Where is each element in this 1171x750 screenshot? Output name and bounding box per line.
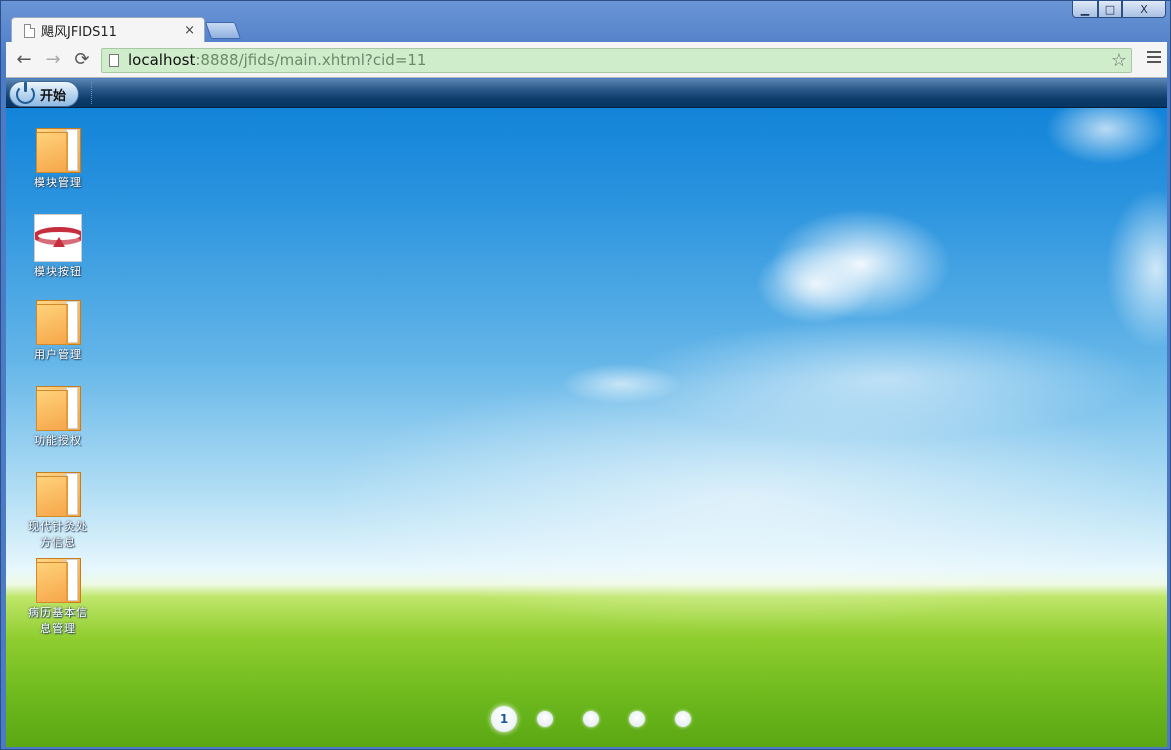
desktop-icon-label: 功能授权 — [34, 434, 82, 447]
tab-title: 飓风JFIDS11 — [41, 25, 117, 40]
folder-icon — [35, 128, 81, 173]
folder-icon — [35, 386, 81, 431]
bookmark-star-icon[interactable]: ☆ — [1111, 49, 1127, 72]
browser-tab[interactable]: 飓风JFIDS11 × — [11, 17, 205, 43]
desktop-icon-acupuncture-prescription[interactable]: 现代针灸处方信息 — [26, 472, 90, 551]
tab-close-button[interactable]: × — [184, 23, 195, 38]
pager-dot-2[interactable] — [537, 711, 553, 727]
close-window-button[interactable]: X — [1122, 1, 1166, 18]
browser-window: ▁ □ X 飓风JFIDS11 × ← → ⟳ localhost:8888/j… — [0, 0, 1171, 750]
reload-button[interactable]: ⟳ — [72, 50, 92, 70]
browser-toolbar: ← → ⟳ localhost:8888/jfids/main.xhtml?ci… — [6, 42, 1167, 78]
desktop: 开始 模块管理 模块按钮 用户管理 功能授权 现代针灸处方信息 病历基本信息管理… — [6, 79, 1167, 747]
folder-icon — [35, 300, 81, 345]
browser-menu-icon[interactable] — [1147, 51, 1161, 65]
address-bar[interactable]: localhost:8888/jfids/main.xhtml?cid=11 ☆ — [101, 48, 1132, 73]
picture-icon — [34, 214, 82, 262]
desktop-icon-module-management[interactable]: 模块管理 — [26, 128, 90, 191]
taskbar-separator — [91, 82, 92, 104]
desktop-icon-label: 病历基本信息管理 — [28, 606, 88, 635]
url-host: localhost — [128, 51, 196, 69]
back-button[interactable]: ← — [14, 50, 34, 70]
desktop-pager: 1 — [491, 706, 721, 732]
minimize-button[interactable]: ▁ — [1072, 1, 1098, 18]
desktop-icon-label: 现代针灸处方信息 — [28, 520, 88, 549]
taskbar: 开始 — [6, 79, 1167, 108]
desktop-icon-user-management[interactable]: 用户管理 — [26, 300, 90, 363]
page-icon — [24, 23, 35, 38]
window-controls: ▁ □ X — [1072, 1, 1166, 19]
desktop-icon-module-buttons[interactable]: 模块按钮 — [26, 214, 90, 280]
desktop-icon-label: 用户管理 — [34, 348, 82, 361]
pager-dot-5[interactable] — [675, 711, 691, 727]
pager-dot-3[interactable] — [583, 711, 599, 727]
start-label: 开始 — [40, 88, 67, 104]
new-tab-button[interactable] — [204, 22, 242, 39]
maximize-button[interactable]: □ — [1098, 1, 1122, 18]
desktop-icon-function-authorization[interactable]: 功能授权 — [26, 386, 90, 449]
pager-dot-1[interactable]: 1 — [491, 706, 517, 732]
desktop-icon-medical-record[interactable]: 病历基本信息管理 — [26, 558, 90, 637]
forward-button[interactable]: → — [43, 50, 63, 70]
desktop-icon-label: 模块管理 — [34, 176, 82, 189]
desktop-icon-label: 模块按钮 — [34, 265, 82, 278]
start-button[interactable]: 开始 — [9, 81, 79, 107]
power-icon — [16, 81, 35, 104]
folder-icon — [35, 558, 81, 603]
pager-dot-4[interactable] — [629, 711, 645, 727]
url-path: :8888/jfids/main.xhtml?cid=11 — [195, 51, 427, 69]
page-icon — [109, 54, 119, 67]
folder-icon — [35, 472, 81, 517]
